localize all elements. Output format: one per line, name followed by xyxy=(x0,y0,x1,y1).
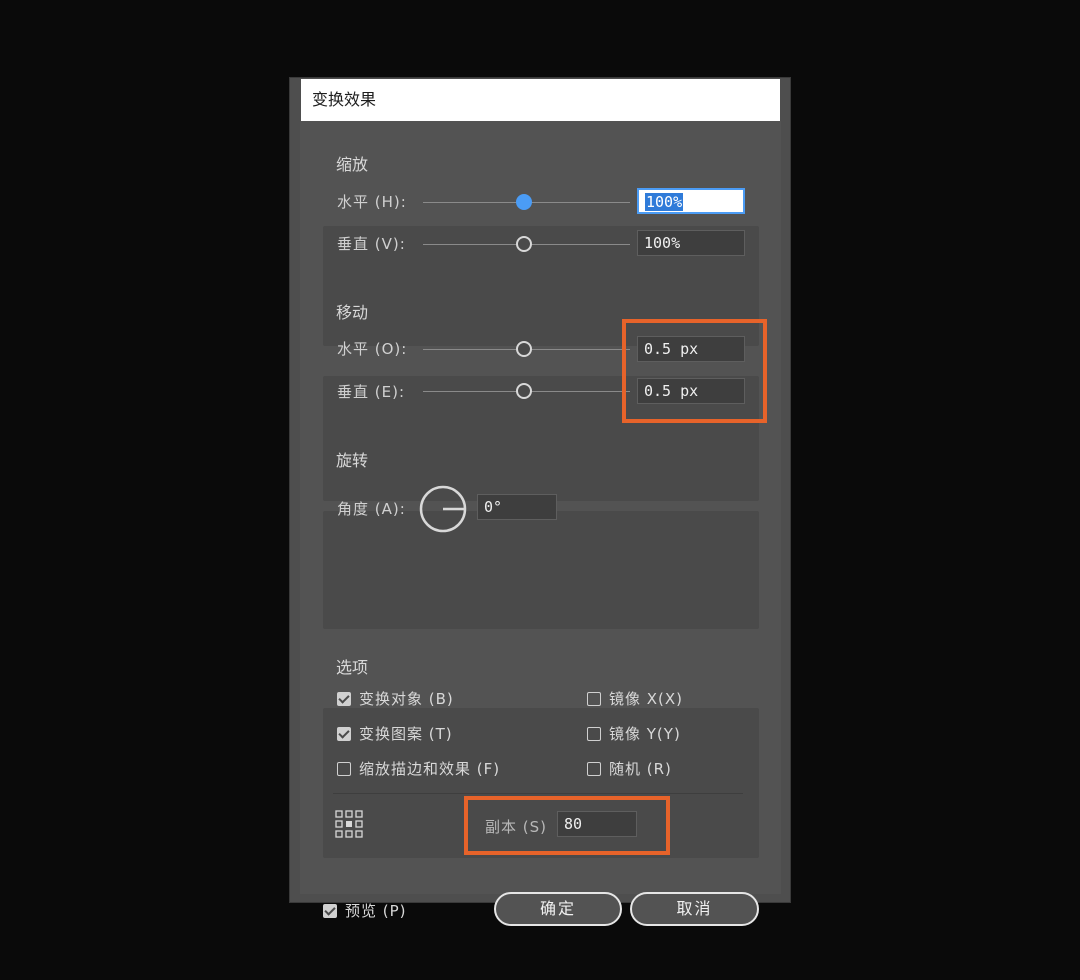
move-vertical-slider-thumb[interactable] xyxy=(516,383,532,399)
transform-objects-option[interactable]: 变换对象 (B) xyxy=(337,688,454,709)
rotate-angle-label: 角度 (A): xyxy=(337,500,406,518)
reflect-y-label: 镜像 Y(Y) xyxy=(609,725,681,743)
move-vertical-label: 垂直 (E): xyxy=(337,383,406,401)
dialog-body: 缩放 水平 (H): 100% 垂直 (V): 100% 移动 水平 (O): … xyxy=(300,121,781,926)
options-section-label: 选项 xyxy=(336,658,369,677)
preview-label: 预览 (P) xyxy=(345,902,407,920)
scale-strokes-checkbox[interactable] xyxy=(337,762,351,776)
move-section-label: 移动 xyxy=(336,303,369,322)
reference-point-icon[interactable] xyxy=(335,810,363,838)
scale-vertical-label: 垂直 (V): xyxy=(337,235,406,253)
options-divider xyxy=(333,793,743,794)
transform-objects-label: 变换对象 (B) xyxy=(359,690,454,708)
reflect-x-label: 镜像 X(X) xyxy=(609,690,684,708)
transform-objects-checkbox[interactable] xyxy=(337,692,351,706)
ok-button[interactable]: 确定 xyxy=(494,892,622,926)
scale-section-label: 缩放 xyxy=(336,155,369,174)
random-label: 随机 (R) xyxy=(609,760,672,778)
scale-horizontal-value: 100% xyxy=(645,193,684,211)
scale-horizontal-label: 水平 (H): xyxy=(337,193,407,211)
reflect-x-checkbox[interactable] xyxy=(587,692,601,706)
scale-strokes-option[interactable]: 缩放描边和效果 (F) xyxy=(337,758,500,779)
random-checkbox[interactable] xyxy=(587,762,601,776)
scale-horizontal-slider-thumb[interactable] xyxy=(516,194,532,210)
move-horizontal-label: 水平 (O): xyxy=(337,340,408,358)
move-horizontal-slider-thumb[interactable] xyxy=(516,341,532,357)
copies-highlight xyxy=(464,796,670,855)
transform-patterns-label: 变换图案 (T) xyxy=(359,725,453,743)
scale-vertical-input[interactable]: 100% xyxy=(637,230,745,256)
scale-vertical-slider-thumb[interactable] xyxy=(516,236,532,252)
rotate-section-label: 旋转 xyxy=(336,451,369,470)
move-values-highlight xyxy=(622,319,767,423)
reflect-y-option[interactable]: 镜像 Y(Y) xyxy=(587,723,681,744)
rotate-angle-input[interactable]: 0° xyxy=(477,494,557,520)
scale-strokes-label: 缩放描边和效果 (F) xyxy=(359,760,501,778)
transform-effect-dialog: 变换效果 缩放 水平 (H): 100% 垂直 (V): 100% 移动 水平 … xyxy=(289,77,791,926)
random-option[interactable]: 随机 (R) xyxy=(587,758,672,779)
transform-patterns-option[interactable]: 变换图案 (T) xyxy=(337,723,453,744)
reflect-x-option[interactable]: 镜像 X(X) xyxy=(587,688,683,709)
preview-checkbox[interactable] xyxy=(323,904,337,918)
preview-option[interactable]: 预览 (P) xyxy=(323,900,407,921)
scale-horizontal-input[interactable]: 100% xyxy=(637,188,745,214)
transform-patterns-checkbox[interactable] xyxy=(337,727,351,741)
dialog-title: 变换效果 xyxy=(301,79,780,121)
cancel-button[interactable]: 取消 xyxy=(630,892,759,926)
rotate-group xyxy=(323,511,759,629)
reflect-y-checkbox[interactable] xyxy=(587,727,601,741)
angle-dial-icon[interactable] xyxy=(418,484,468,534)
